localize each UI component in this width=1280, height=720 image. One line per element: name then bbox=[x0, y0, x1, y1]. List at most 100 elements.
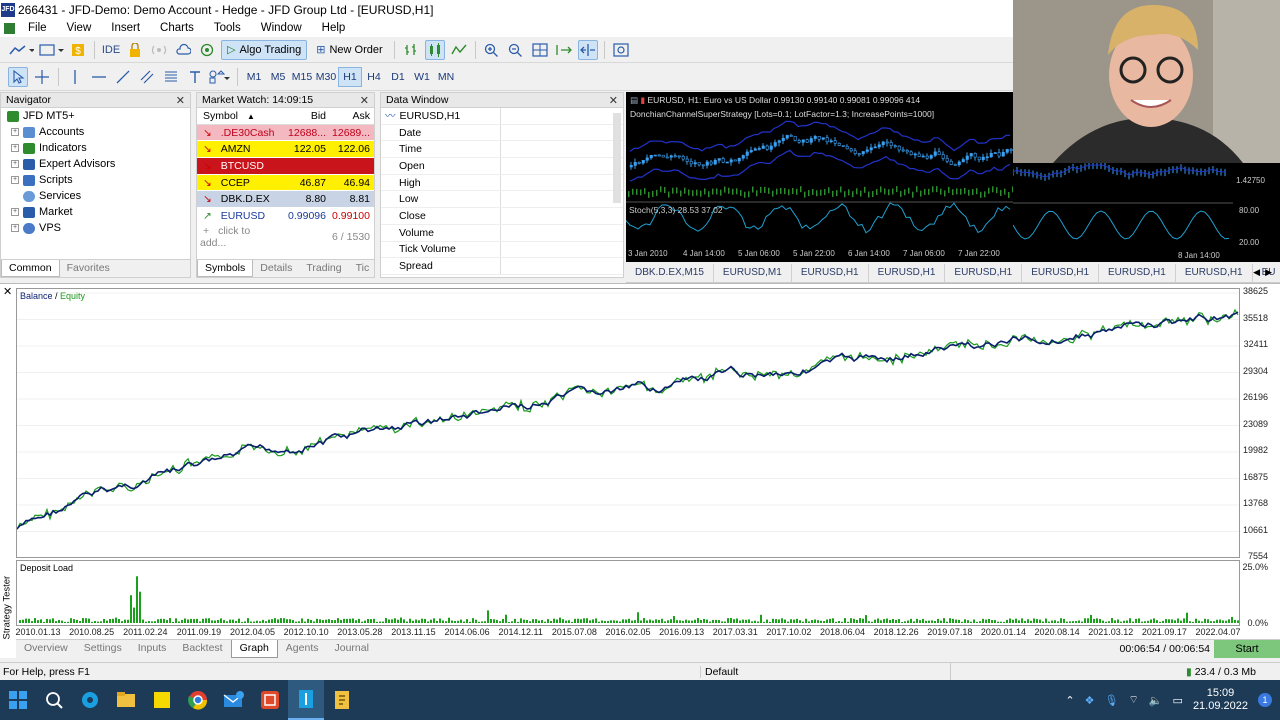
fibonacci-icon[interactable] bbox=[161, 67, 181, 87]
timeframe-mn[interactable]: MN bbox=[434, 67, 458, 87]
cursor-icon[interactable] bbox=[8, 67, 28, 87]
chart-tab[interactable]: EURUSD,H1 bbox=[792, 263, 869, 282]
chart-window[interactable]: ▤ ▮ EURUSD, H1: Euro vs US Dollar 0.9913… bbox=[626, 92, 1013, 262]
timeframe-d1[interactable]: D1 bbox=[386, 67, 410, 87]
timeframe-m5[interactable]: M5 bbox=[266, 67, 290, 87]
tester-tab-overview[interactable]: Overview bbox=[16, 640, 76, 658]
timeframe-m30[interactable]: M30 bbox=[314, 67, 338, 87]
tester-tab-backtest[interactable]: Backtest bbox=[174, 640, 230, 658]
shapes-icon[interactable] bbox=[209, 67, 231, 87]
profiles-icon[interactable] bbox=[38, 40, 64, 60]
screenshot-icon[interactable] bbox=[611, 40, 631, 60]
line-chart-icon[interactable] bbox=[449, 40, 469, 60]
document-icon[interactable] bbox=[4, 22, 15, 34]
close-icon[interactable]: ✕ bbox=[176, 94, 185, 107]
timeframe-w1[interactable]: W1 bbox=[410, 67, 434, 87]
tab-ticks[interactable]: Tic bbox=[349, 260, 377, 277]
market-watch-row[interactable]: ↘ AMZN 122.05 122.06 bbox=[197, 141, 374, 159]
tile-windows-icon[interactable] bbox=[530, 40, 550, 60]
microphone-icon[interactable]: 🎙 bbox=[1105, 694, 1119, 707]
lock-icon[interactable] bbox=[125, 40, 145, 60]
nav-item-services[interactable]: Services bbox=[1, 188, 190, 204]
tab-details[interactable]: Details bbox=[253, 260, 299, 277]
close-icon[interactable]: ✕ bbox=[609, 94, 618, 107]
tab-symbols[interactable]: Symbols bbox=[197, 260, 254, 277]
column-header-symbol[interactable]: Symbol ▲ bbox=[197, 110, 284, 122]
expand-icon[interactable]: + bbox=[11, 160, 19, 168]
zoom-out-icon[interactable] bbox=[506, 40, 526, 60]
tester-tab-graph[interactable]: Graph bbox=[230, 640, 278, 658]
tester-tab-journal[interactable]: Journal bbox=[327, 640, 377, 658]
timeframe-h4[interactable]: H4 bbox=[362, 67, 386, 87]
menu-charts[interactable]: Charts bbox=[150, 19, 204, 37]
chart-tab[interactable]: EURUSD,M1 bbox=[714, 263, 792, 282]
signal-icon[interactable] bbox=[149, 40, 169, 60]
tray-expand-icon[interactable]: ⌃ bbox=[1065, 694, 1074, 707]
screen-recorder-icon[interactable] bbox=[252, 680, 288, 720]
tab-favorites[interactable]: Favorites bbox=[60, 260, 117, 277]
edge-browser-icon[interactable] bbox=[72, 680, 108, 720]
market-watch-row[interactable]: ↘ DBK.D.EX 8.80 8.81 bbox=[197, 191, 374, 209]
menu-help[interactable]: Help bbox=[312, 19, 356, 37]
new-chart-icon[interactable] bbox=[8, 40, 34, 60]
clock[interactable]: 15:09 21.09.2022 bbox=[1193, 687, 1248, 713]
chart-tab[interactable]: EURUSD,H1 bbox=[945, 263, 1023, 282]
notifications-icon[interactable]: 1 bbox=[1258, 693, 1272, 707]
menu-file[interactable]: File bbox=[18, 19, 57, 37]
dropbox-icon[interactable]: ❖ bbox=[1085, 694, 1095, 707]
sticky-notes-icon[interactable] bbox=[144, 680, 180, 720]
tab-trading[interactable]: Trading bbox=[299, 260, 348, 277]
metaeditor-icon[interactable] bbox=[324, 680, 360, 720]
file-explorer-icon[interactable] bbox=[108, 680, 144, 720]
balance-graph[interactable]: Balance / Equity bbox=[16, 288, 1240, 559]
market-watch-row[interactable]: ↘ .DE30Cash 12688... 12689... bbox=[197, 124, 374, 142]
market-watch-row[interactable]: ↗ EURUSD 0.99096 0.99100 bbox=[197, 208, 374, 225]
nav-item-scripts[interactable]: + Scripts bbox=[1, 172, 190, 188]
windows-start-icon[interactable] bbox=[0, 680, 36, 720]
autoscroll-icon[interactable] bbox=[554, 40, 574, 60]
nav-item-indicators[interactable]: + Indicators bbox=[1, 140, 190, 156]
wifi-icon[interactable]: ⌔ bbox=[1128, 693, 1138, 707]
chart-shift-icon[interactable] bbox=[577, 39, 598, 60]
nav-item-expert-advisors[interactable]: + Expert Advisors bbox=[1, 156, 190, 172]
volume-icon[interactable]: 🔈 bbox=[1149, 694, 1163, 707]
bar-chart-icon[interactable] bbox=[401, 40, 421, 60]
zoom-in-icon[interactable] bbox=[482, 40, 502, 60]
menu-window[interactable]: Window bbox=[251, 19, 312, 37]
tab-scroll-right-icon[interactable]: ▶ bbox=[1265, 267, 1272, 278]
vps-icon[interactable] bbox=[197, 40, 217, 60]
menu-view[interactable]: View bbox=[57, 19, 102, 37]
nav-item-market[interactable]: + Market bbox=[1, 204, 190, 220]
candlestick-icon[interactable] bbox=[424, 39, 445, 60]
deposit-load-graph[interactable]: Deposit Load bbox=[16, 560, 1240, 626]
nav-item-accounts[interactable]: + Accounts bbox=[1, 124, 190, 140]
timeframe-m1[interactable]: M1 bbox=[242, 67, 266, 87]
text-icon[interactable] bbox=[185, 67, 205, 87]
cloud-icon[interactable] bbox=[173, 40, 193, 60]
menu-tools[interactable]: Tools bbox=[204, 19, 251, 37]
battery-icon[interactable]: ▭ bbox=[1173, 694, 1183, 707]
chrome-icon[interactable] bbox=[180, 680, 216, 720]
chart-tab[interactable]: EURUSD,H1 bbox=[869, 263, 946, 282]
close-icon[interactable]: ✕ bbox=[3, 285, 12, 298]
trendline-icon[interactable] bbox=[113, 67, 133, 87]
nav-item-vps[interactable]: + VPS bbox=[1, 220, 190, 236]
expand-icon[interactable]: + bbox=[11, 144, 19, 152]
timeframe-h1[interactable]: H1 bbox=[338, 67, 362, 87]
menu-insert[interactable]: Insert bbox=[101, 19, 150, 37]
chart-window-right[interactable]: 1.42750 80.00 20.00 8 Jan 14:00 bbox=[1012, 162, 1280, 262]
vertical-line-icon[interactable] bbox=[65, 67, 85, 87]
scrollbar[interactable] bbox=[613, 113, 621, 203]
tab-common[interactable]: Common bbox=[1, 260, 60, 277]
market-watch-row[interactable]: ↘ CCEP 46.87 46.94 bbox=[197, 174, 374, 192]
algo-trading-button[interactable]: ▷ Algo Trading bbox=[221, 39, 308, 60]
expand-icon[interactable]: + bbox=[11, 224, 19, 232]
metatrader-icon[interactable] bbox=[288, 680, 324, 720]
timeframe-m15[interactable]: M15 bbox=[290, 67, 314, 87]
channel-icon[interactable] bbox=[137, 67, 157, 87]
tester-tab-settings[interactable]: Settings bbox=[76, 640, 130, 658]
chart-tab[interactable]: EURUSD,H1 bbox=[1022, 263, 1100, 282]
horizontal-line-icon[interactable] bbox=[89, 67, 109, 87]
chart-tab[interactable]: EURUSD,H1 bbox=[1176, 263, 1253, 282]
market-watch-row[interactable]: ↘ BTCUSD bbox=[197, 158, 374, 175]
